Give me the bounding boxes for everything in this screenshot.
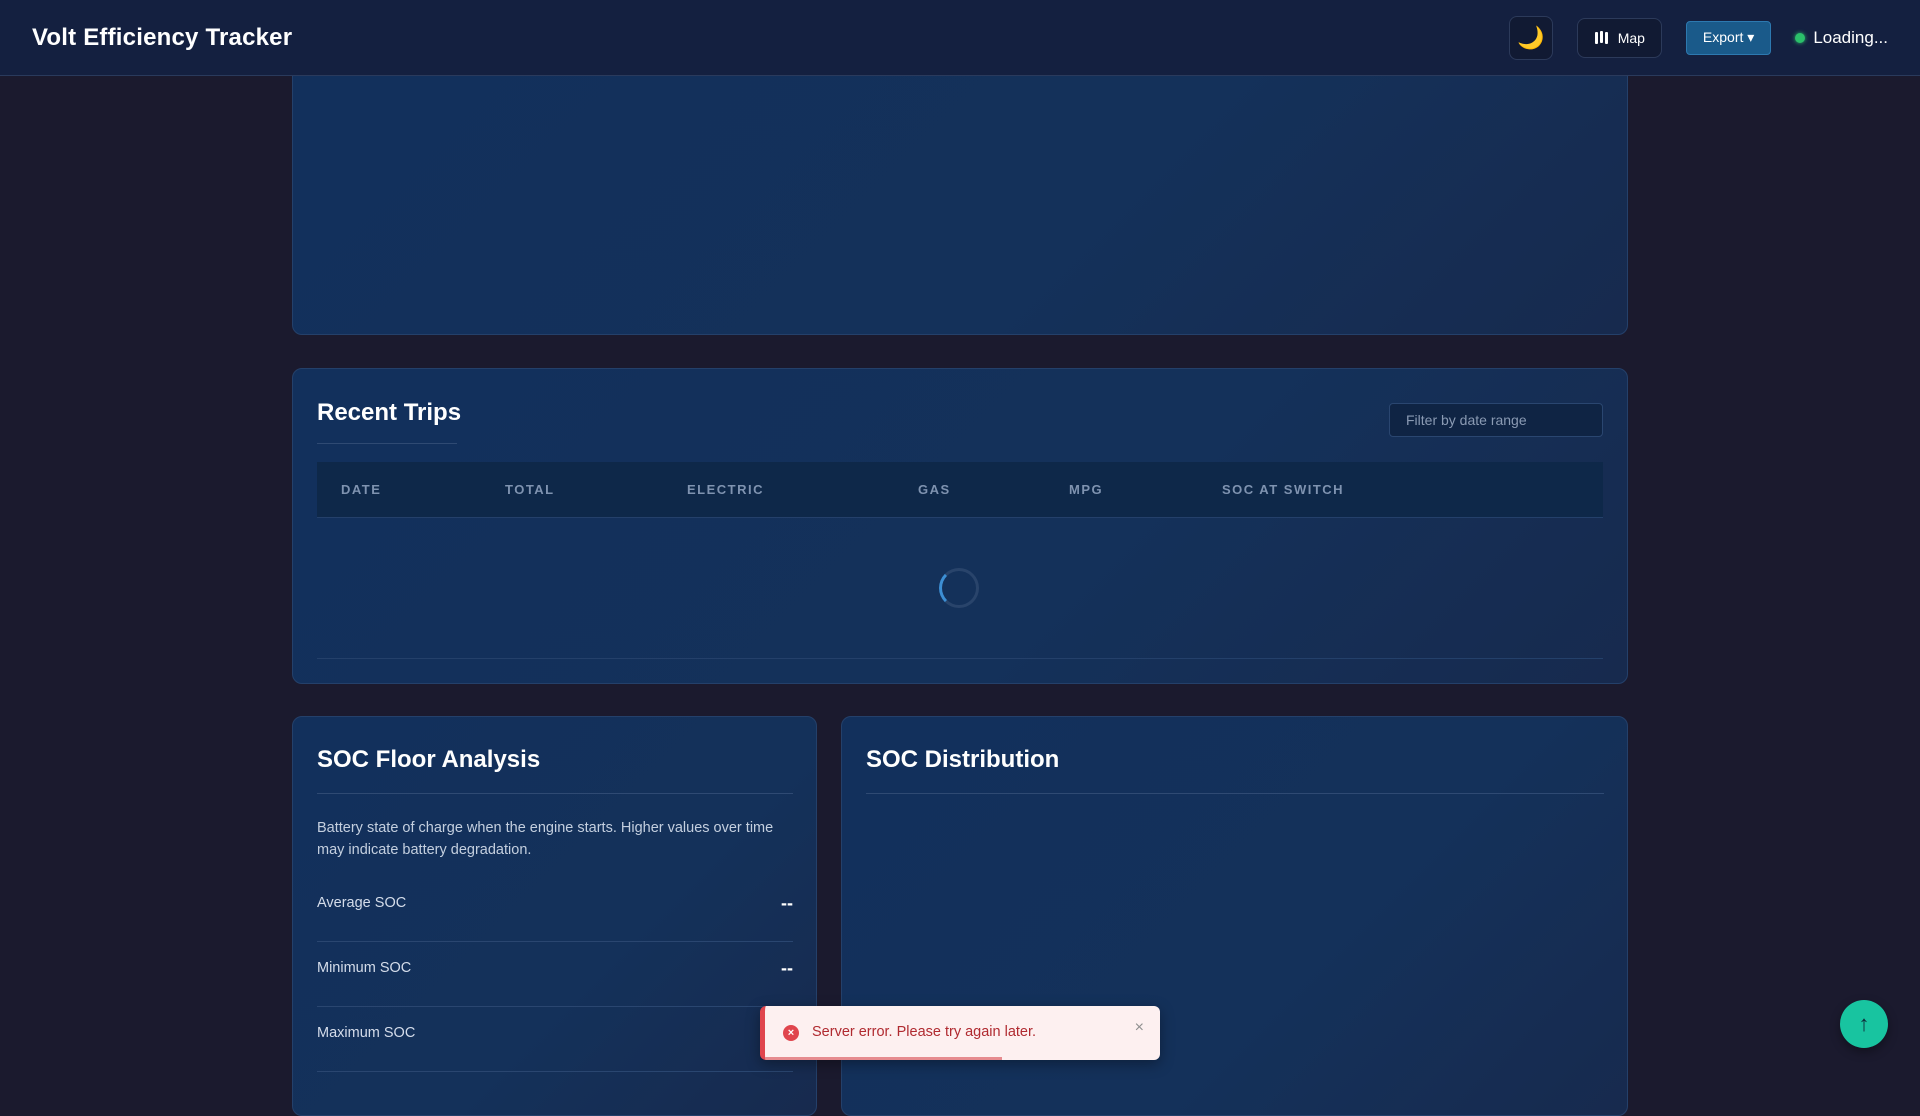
table-divider [317,658,1603,659]
loading-spinner-icon [939,568,979,608]
theme-toggle-button[interactable]: 🌙 [1508,15,1553,60]
export-dropdown-button[interactable]: Export ▾ [1685,20,1772,55]
column-header-date[interactable]: DATE [341,482,381,497]
export-button-label: Export ▾ [1702,29,1755,45]
connection-status: Loading... [1795,28,1888,48]
column-header-electric[interactable]: ELECTRIC [687,482,764,497]
error-icon: × [783,1025,799,1041]
recent-trips-heading: Recent Trips [317,399,462,426]
soc-floor-description: Battery state of charge when the engine … [317,820,774,858]
column-header-gas[interactable]: GAS [918,482,951,497]
soc-floor-analysis-card: SOC Floor Analysis Battery state of char… [292,716,817,1116]
status-text: Loading... [1813,27,1888,47]
scroll-to-top-button[interactable]: ↑ [1840,1000,1888,1048]
top-bar: Volt Efficiency Tracker 🌙 Map Export ▾ L… [0,0,1920,76]
map-button[interactable]: Map [1576,17,1662,58]
stat-label: Maximum SOC [317,1025,416,1041]
app-title: Volt Efficiency Tracker [32,23,293,51]
stat-label: Minimum SOC [317,960,412,976]
toast-message: Server error. Please try again later. [812,1024,1037,1040]
toast-progress-bar [765,1057,1002,1060]
soc-distribution-heading: SOC Distribution [866,746,1060,773]
stat-label: Average SOC [317,895,407,911]
date-range-filter-input[interactable] [1389,403,1603,437]
stat-row-average-soc: Average SOC -- [317,877,793,942]
soc-floor-heading: SOC Floor Analysis [317,746,541,773]
chart-card [292,40,1628,335]
arrow-up-icon: ↑ [1858,1011,1870,1036]
stat-value: -- [781,893,793,913]
map-icon [1594,30,1610,45]
column-header-total[interactable]: TOTAL [505,482,555,497]
header-actions: 🌙 Map Export ▾ Loading... [1508,15,1888,60]
recent-trips-card: Recent Trips DATE TOTAL ELECTRIC GAS MPG… [292,368,1628,684]
column-header-soc-at-switch[interactable]: SOC AT SWITCH [1222,482,1344,497]
stat-row-maximum-soc: Maximum SOC -- [317,1007,793,1072]
error-toast: × Server error. Please try again later. … [760,1006,1160,1060]
stat-value: -- [781,958,793,978]
stat-row-minimum-soc: Minimum SOC -- [317,942,793,1007]
heading-underline [317,443,457,444]
heading-underline [866,793,1604,794]
moon-icon: 🌙 [1516,24,1545,50]
trips-table-header: DATE TOTAL ELECTRIC GAS MPG SOC AT SWITC… [317,462,1603,518]
heading-underline [317,793,793,794]
map-button-label: Map [1617,29,1645,46]
close-icon[interactable]: × [1135,1019,1144,1037]
column-header-mpg[interactable]: MPG [1069,482,1103,497]
status-dot-icon [1795,32,1806,43]
